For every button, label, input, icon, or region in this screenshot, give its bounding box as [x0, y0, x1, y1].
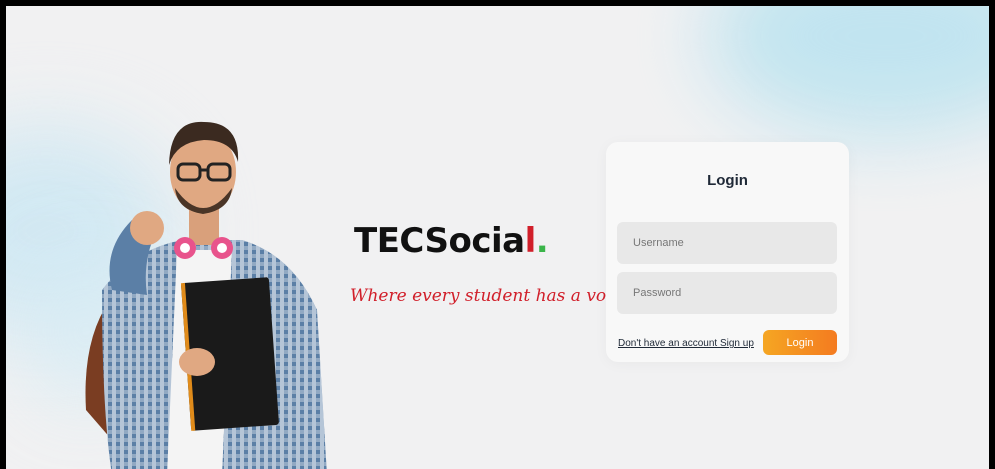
- password-input[interactable]: [617, 272, 837, 314]
- brand-name: TECSocia: [354, 221, 525, 261]
- login-title: Login: [707, 172, 748, 189]
- student-illustration: [85, 121, 327, 469]
- brand-name-last-letter: l: [524, 221, 537, 261]
- signup-link[interactable]: Don't have an account Sign up: [618, 338, 754, 349]
- username-input[interactable]: [617, 222, 837, 264]
- login-button[interactable]: Login: [763, 330, 837, 355]
- brand-dot: .: [535, 221, 549, 261]
- brand-tagline: Where every student has a voice!: [350, 286, 639, 306]
- login-card: Login Don't have an account Sign up Logi…: [606, 142, 849, 362]
- background-glow: [706, 6, 989, 136]
- brand-logo: TECSocial.: [354, 221, 549, 261]
- login-page: TECSocial. Where every student has a voi…: [6, 6, 989, 469]
